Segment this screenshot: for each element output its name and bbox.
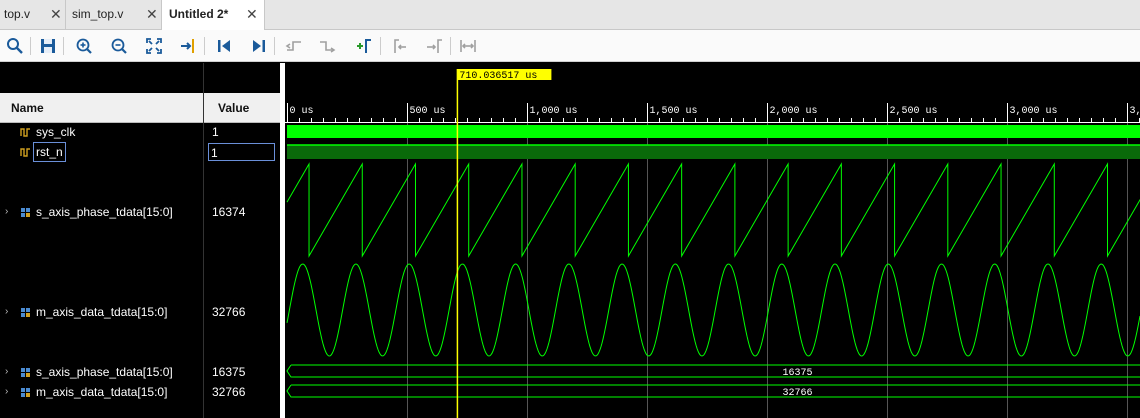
- waveform-svg[interactable]: 0 us 500 us 1,000 us 1,500 us 2,000 us 2,500 …: [285, 63, 1140, 418]
- signal-row-s-axis-phase-tdata-analog[interactable]: › s_axis_phase_tdata[15:0]: [0, 203, 203, 221]
- signal-name: s_axis_phase_tdata[15:0]: [36, 205, 173, 219]
- signal-row-s-axis-phase-tdata-bus[interactable]: › s_axis_phase_tdata[15:0]: [0, 363, 203, 381]
- previous-marker-icon[interactable]: [390, 36, 410, 56]
- signal-value: 1: [212, 125, 219, 139]
- bus-trace: [286, 384, 1140, 398]
- ruler-tick-label: 1,000 us: [530, 106, 578, 117]
- close-icon[interactable]: ✕: [246, 0, 258, 29]
- tab-top-v[interactable]: top.v ✕: [0, 0, 66, 30]
- value-column-header[interactable]: Value: [204, 93, 280, 123]
- tab-sim-top-v[interactable]: sim_top.v ✕: [66, 0, 162, 30]
- signal-value: 16374: [212, 205, 246, 219]
- time-ruler: 0 us 500 us 1,000 us 1,500 us 2,000 us 2,500 …: [285, 93, 1140, 123]
- save-icon[interactable]: [38, 36, 58, 56]
- tab-label: Untitled 2*: [169, 7, 229, 21]
- ruler-tick-label: 500 us: [410, 106, 446, 117]
- signal-row-m-axis-data-tdata-analog[interactable]: › m_axis_data_tdata[15:0]: [0, 303, 203, 321]
- bus-value-label: 32766: [782, 388, 812, 399]
- go-to-time-0-icon[interactable]: [214, 36, 234, 56]
- ruler-tick-label: 0 us: [290, 106, 314, 117]
- bit-signal-icon: [20, 148, 30, 157]
- tab-untitled-2[interactable]: Untitled 2* ✕: [162, 0, 265, 31]
- chevron-right-icon[interactable]: ›: [5, 303, 8, 321]
- bus-signal-icon: [21, 308, 30, 317]
- sine-data-trace: [286, 263, 1140, 357]
- phase-sawtooth-trace: [286, 162, 1140, 258]
- next-marker-icon[interactable]: [424, 36, 444, 56]
- cursor-time-label: 710.036517 us: [459, 71, 537, 82]
- rst-n-trace: [287, 145, 1140, 159]
- name-column-header[interactable]: Name: [0, 93, 203, 123]
- ruler-tick-label: 2,500 us: [890, 106, 938, 117]
- editor-tab-bar: top.v ✕ sim_top.v ✕ Untitled 2* ✕: [0, 0, 1140, 31]
- signal-name: rst_n: [33, 142, 66, 162]
- chevron-right-icon[interactable]: ›: [5, 203, 8, 221]
- signal-name: m_axis_data_tdata[15:0]: [36, 305, 168, 319]
- signal-row-rst-n[interactable]: rst_n: [0, 142, 203, 162]
- ruler-tick-label: 3,000 us: [1010, 106, 1058, 117]
- search-icon[interactable]: [5, 36, 25, 56]
- time-grid: [407, 123, 1128, 418]
- bus-signal-icon: [21, 388, 30, 397]
- sys-clk-trace: [287, 125, 1140, 138]
- previous-transition-icon[interactable]: [284, 36, 304, 56]
- tab-label: sim_top.v: [72, 7, 124, 21]
- waveform-canvas[interactable]: 0 us 500 us 1,000 us 1,500 us 2,000 us 2,500 …: [285, 63, 1140, 418]
- ruler-tick-label: 3,: [1130, 106, 1140, 117]
- signal-name: m_axis_data_tdata[15:0]: [36, 385, 168, 399]
- signal-value: 32766: [212, 305, 246, 319]
- bus-value-label: 16375: [782, 368, 812, 379]
- swap-cursors-icon[interactable]: [458, 36, 478, 56]
- signal-traces: 16375 32766: [286, 125, 1140, 399]
- add-marker-icon[interactable]: [354, 36, 374, 56]
- zoom-fit-icon[interactable]: [144, 36, 164, 56]
- signal-value: 32766: [212, 385, 246, 399]
- bus-trace: [286, 364, 1140, 378]
- bus-signal-icon: [21, 208, 30, 217]
- signal-row-m-axis-data-tdata-bus[interactable]: › m_axis_data_tdata[15:0]: [0, 383, 203, 401]
- chevron-right-icon[interactable]: ›: [5, 363, 8, 381]
- close-icon[interactable]: ✕: [50, 0, 62, 29]
- close-icon[interactable]: ✕: [146, 0, 158, 29]
- bus-signal-icon: [21, 368, 30, 377]
- signal-name-panel: Name sys_clk rst_n › s_axis_phase_tdata[…: [0, 63, 203, 418]
- go-to-last-time-icon[interactable]: [249, 36, 269, 56]
- tab-label: top.v: [4, 7, 31, 21]
- zoom-out-icon[interactable]: [109, 36, 129, 56]
- signal-value-selected[interactable]: 1: [208, 143, 275, 161]
- signal-row-sys-clk[interactable]: sys_clk: [0, 123, 203, 141]
- signal-name: s_axis_phase_tdata[15:0]: [36, 365, 173, 379]
- next-transition-icon[interactable]: [317, 36, 337, 56]
- signal-value-panel: Value 1 1 16374 32766 16375 32766: [203, 63, 280, 418]
- ruler-tick-label: 2,000 us: [770, 106, 818, 117]
- ruler-tick-label: 1,500 us: [650, 106, 698, 117]
- waveform-toolbar: [0, 30, 1140, 62]
- signal-value: 16375: [212, 365, 246, 379]
- zoom-in-icon[interactable]: [74, 36, 94, 56]
- go-to-cursor-icon[interactable]: [178, 36, 198, 56]
- signal-name: sys_clk: [36, 125, 76, 139]
- bit-signal-icon: [20, 128, 30, 137]
- chevron-right-icon[interactable]: ›: [5, 383, 8, 401]
